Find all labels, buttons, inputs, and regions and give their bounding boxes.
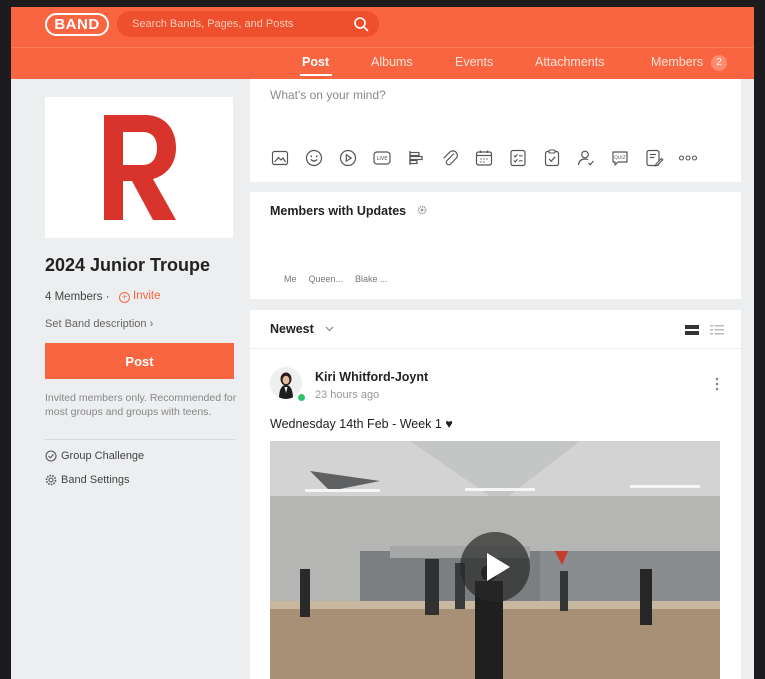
tab-albums[interactable]: Albums <box>371 55 413 69</box>
members-with-updates-title: Members with Updates <box>270 204 407 218</box>
emoji-icon[interactable] <box>304 148 324 168</box>
member-name[interactable]: Queen... <box>309 274 344 284</box>
band-settings-label: Band Settings <box>61 474 130 486</box>
post-video[interactable] <box>270 441 720 679</box>
band-app-window: BAND Post Albums Events Attachments Memb… <box>11 7 754 679</box>
check-circle-icon <box>45 450 57 462</box>
band-cover-image[interactable] <box>45 97 233 238</box>
invite-label: Invite <box>133 290 161 302</box>
svg-text:LIVE: LIVE <box>377 156 388 162</box>
set-band-description-link[interactable]: Set Band description › <box>45 318 153 330</box>
photo-icon[interactable] <box>270 148 290 168</box>
member-name[interactable]: Blake ... <box>355 274 388 284</box>
live-icon[interactable]: LIVE <box>372 148 392 168</box>
search-input[interactable] <box>117 11 347 37</box>
group-challenge-label: Group Challenge <box>61 450 145 462</box>
members-count-badge: 2 <box>711 55 727 71</box>
survey-icon[interactable] <box>644 148 664 168</box>
search-icon[interactable] <box>353 16 369 32</box>
calendar-icon[interactable] <box>474 148 494 168</box>
tab-members[interactable]: Members <box>651 55 703 69</box>
more-vertical-icon[interactable] <box>715 377 719 391</box>
band-cover-logo <box>104 115 176 220</box>
band-settings-link[interactable]: Band Settings <box>45 474 130 486</box>
invite-link[interactable]: + Invite <box>119 290 161 303</box>
members-count[interactable]: 4 Members · <box>45 291 110 303</box>
chevron-down-icon[interactable] <box>325 326 334 332</box>
play-icon <box>487 553 510 581</box>
member-name[interactable]: Me <box>284 274 297 284</box>
post-feed-card: Newest Kiri Whitford-Joynt 23 hours ago … <box>250 310 741 679</box>
post-composer: LIVE QUIZ <box>250 79 741 182</box>
mention-icon[interactable] <box>576 148 596 168</box>
leader-badge <box>296 392 307 403</box>
tab-attachments[interactable]: Attachments <box>535 55 604 69</box>
quiz-icon[interactable]: QUIZ <box>610 148 630 168</box>
post-timestamp: 23 hours ago <box>315 389 380 401</box>
plus-circle-icon: + <box>119 292 130 303</box>
band-title: 2024 Junior Troupe <box>45 255 211 275</box>
video-icon[interactable] <box>338 148 358 168</box>
group-challenge-link[interactable]: Group Challenge <box>45 450 144 462</box>
tab-events[interactable]: Events <box>455 55 493 69</box>
attachment-icon[interactable] <box>440 148 460 168</box>
gear-icon[interactable] <box>417 205 427 215</box>
post-author[interactable]: Kiri Whitford-Joynt <box>315 370 428 384</box>
gear-icon <box>45 474 57 486</box>
composer-input[interactable] <box>270 85 720 105</box>
list-view-icon[interactable] <box>685 325 699 335</box>
compact-view-icon[interactable] <box>710 325 724 335</box>
tab-post[interactable]: Post <box>302 55 329 69</box>
members-with-updates-card: Members with Updates Me Queen... Blake .… <box>250 192 741 299</box>
feed-divider <box>250 348 741 349</box>
band-logo[interactable]: BAND <box>45 13 109 36</box>
search-box[interactable] <box>117 11 379 37</box>
svg-text:QUIZ: QUIZ <box>614 155 625 161</box>
poll-icon[interactable] <box>406 148 426 168</box>
active-tab-indicator <box>300 74 332 76</box>
updated-member-names: Me Queen... Blake ... <box>284 274 388 284</box>
post-text: Wednesday 14th Feb - Week 1 ♥ <box>270 417 453 431</box>
play-button[interactable] <box>460 532 530 602</box>
sort-dropdown[interactable]: Newest <box>270 322 314 336</box>
post-button[interactable]: Post <box>45 343 234 379</box>
top-bar: BAND Post Albums Events Attachments Memb… <box>11 7 754 79</box>
checklist-icon[interactable] <box>508 148 528 168</box>
more-options-icon[interactable] <box>678 148 698 168</box>
sidebar-divider <box>45 439 235 440</box>
todo-icon[interactable] <box>542 148 562 168</box>
privacy-description: Invited members only. Recommended for mo… <box>45 392 237 418</box>
nav-divider <box>11 47 754 48</box>
composer-toolbar: LIVE QUIZ <box>270 148 698 168</box>
